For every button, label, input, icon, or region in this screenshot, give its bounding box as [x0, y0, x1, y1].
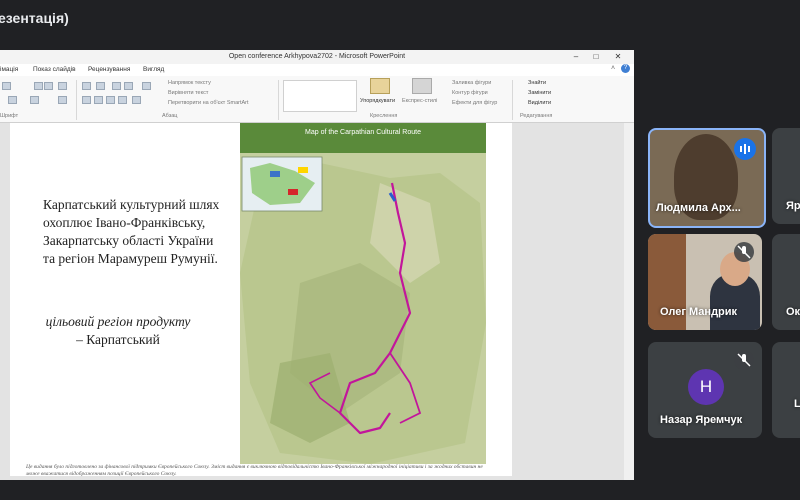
text-direction-button[interactable]: Напрямок тексту: [168, 80, 211, 86]
ppt-window-title: Open conference Arkhypova2702 - Microsof…: [228, 53, 406, 60]
maximize-icon[interactable]: □: [586, 50, 606, 64]
slide-target-region-text: цільовий регіон продукту – Карпатський: [38, 313, 198, 349]
replace-button[interactable]: Замінити: [528, 90, 551, 96]
participant-tile[interactable]: Ок: [772, 234, 800, 330]
find-button[interactable]: Знайти: [528, 80, 546, 86]
increase-indent-icon[interactable]: [124, 82, 133, 90]
justify-icon[interactable]: [118, 96, 127, 104]
arrange-button[interactable]: Упорядкувати: [360, 78, 398, 112]
tab-slideshow[interactable]: Показ слайдів: [33, 66, 76, 73]
muted-mic-icon: [734, 350, 754, 370]
slide-footnote: Це видання було підготовлено за фінансов…: [26, 464, 483, 477]
participant-tile[interactable]: Н Назар Яремчук: [648, 342, 762, 438]
shape-fill-button[interactable]: Заливка фігури: [452, 80, 491, 86]
participant-name: Олег Мандрик: [660, 306, 738, 318]
arrange-label: Упорядкувати: [360, 98, 396, 104]
tab-animation[interactable]: імація: [0, 66, 18, 73]
participant-tile-speaking[interactable]: Людмила Арх...: [648, 128, 766, 228]
convert-smartart-button[interactable]: Перетворити на об'єкт SmartArt: [168, 100, 249, 106]
arrange-icon: [370, 78, 390, 94]
speaking-indicator-icon: [734, 138, 756, 160]
quick-styles-icon: [412, 78, 432, 94]
participant-tile[interactable]: L: [772, 342, 800, 438]
ribbon-separator: [278, 80, 279, 120]
columns-icon[interactable]: [132, 96, 141, 104]
audio-bars-icon: [740, 144, 750, 154]
participant-name: Ок: [786, 306, 800, 318]
muted-mic-icon: [734, 242, 754, 262]
shape-effects-button[interactable]: Ефекти для фігур: [452, 100, 497, 106]
mic-off-icon: [737, 245, 751, 259]
help-icon[interactable]: ?: [621, 64, 630, 73]
ribbon-separator: [512, 80, 513, 120]
align-center-icon[interactable]: [94, 96, 103, 104]
align-right-icon[interactable]: [106, 96, 115, 104]
presentation-title: езентація): [0, 10, 69, 26]
paragraph-group-label: Абзац: [162, 113, 178, 119]
align-left-icon[interactable]: [82, 96, 91, 104]
ppt-title-bar: Open conference Arkhypova2702 - Microsof…: [0, 50, 634, 64]
ribbon-minimize-icon[interactable]: ˄: [611, 65, 615, 72]
decrease-indent-icon[interactable]: [112, 82, 121, 90]
ribbon: Шрифт Напрямок тексту Вирівняти текст Пе…: [0, 76, 634, 123]
minimize-icon[interactable]: –: [566, 50, 586, 64]
participant-name: Назар Яремчук: [660, 414, 743, 426]
mic-off-icon: [737, 353, 751, 367]
quick-styles-button[interactable]: Експрес-стилі: [402, 78, 442, 112]
participant-name: L: [794, 398, 800, 410]
participant-name: Людмила Арх...: [656, 202, 741, 214]
shapes-gallery[interactable]: [283, 80, 357, 112]
meeting-top-bar: езентація): [0, 0, 800, 38]
grow-font-icon[interactable]: [34, 82, 43, 90]
shape-outline-button[interactable]: Контур фігури: [452, 90, 488, 96]
powerpoint-window: Open conference Arkhypova2702 - Microsof…: [0, 50, 634, 480]
tab-review[interactable]: Рецензування: [88, 66, 130, 73]
slide-workspace: Карпатський культурний шлях охоплює Іван…: [0, 123, 634, 480]
participant-tile[interactable]: Яр: [772, 128, 800, 224]
line-spacing-icon[interactable]: [142, 82, 151, 90]
map-graphic: [240, 153, 486, 464]
drawing-group-label: Креслення: [370, 113, 398, 119]
slide[interactable]: Карпатський культурний шлях охоплює Іван…: [10, 123, 512, 477]
ribbon-separator: [76, 80, 77, 120]
slide-target-region-value: – Карпатський: [76, 332, 160, 347]
align-text-button[interactable]: Вирівняти текст: [168, 90, 208, 96]
bottom-bar: [0, 484, 800, 500]
font-group-label: Шрифт: [0, 113, 19, 119]
change-case-icon[interactable]: [30, 96, 39, 104]
participant-name: Яр: [786, 200, 800, 212]
select-button[interactable]: Виділити: [528, 100, 551, 106]
slide-body-text: Карпатський культурний шлях охоплює Іван…: [43, 197, 220, 266]
char-spacing-icon[interactable]: [8, 96, 17, 104]
avatar: Н: [688, 369, 724, 405]
bullets-icon[interactable]: [82, 82, 91, 90]
ribbon-tabs: імація Показ слайдів Рецензування Вигляд…: [0, 64, 634, 76]
participant-tile[interactable]: Олег Мандрик: [648, 234, 762, 330]
quick-styles-label: Експрес-стилі: [402, 98, 438, 104]
carpathian-route-map: Map of the Carpathian Cultural Route: [240, 123, 486, 464]
slide-target-region-label: цільовий регіон продукту: [45, 314, 191, 329]
close-icon[interactable]: ✕: [608, 50, 628, 64]
clear-format-icon[interactable]: [58, 82, 67, 90]
font-size-icon[interactable]: [2, 82, 11, 90]
editing-group-label: Редагування: [520, 113, 553, 119]
numbering-icon[interactable]: [96, 82, 105, 90]
font-color-icon[interactable]: [58, 96, 67, 104]
shrink-font-icon[interactable]: [44, 82, 53, 90]
tab-view[interactable]: Вигляд: [143, 66, 164, 73]
ppt-vertical-scrollbar[interactable]: [624, 123, 634, 480]
